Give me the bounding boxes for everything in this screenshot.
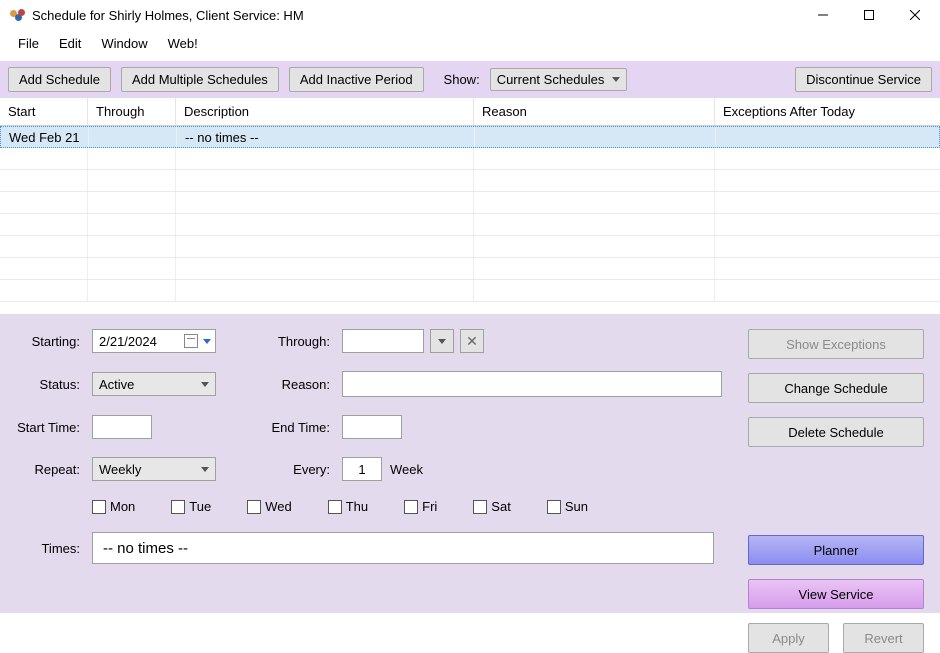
delete-schedule-button[interactable]: Delete Schedule	[748, 417, 924, 447]
col-exceptions[interactable]: Exceptions After Today	[715, 98, 940, 125]
checkbox-icon	[473, 500, 487, 514]
col-start[interactable]: Start	[0, 98, 88, 125]
day-thu[interactable]: Thu	[328, 499, 368, 514]
day-tue[interactable]: Tue	[171, 499, 211, 514]
checkbox-icon	[547, 500, 561, 514]
add-inactive-period-button[interactable]: Add Inactive Period	[289, 67, 424, 92]
checkbox-icon	[328, 500, 342, 514]
days-row: Mon Tue Wed Thu Fri Sat Sun	[92, 499, 722, 514]
side-buttons: Show Exceptions Change Schedule Delete S…	[748, 329, 924, 653]
menu-file[interactable]: File	[10, 34, 47, 53]
status-select[interactable]: Active	[92, 372, 216, 396]
starting-label: Starting:	[14, 334, 92, 349]
menu-window[interactable]: Window	[93, 34, 155, 53]
end-time-label: End Time:	[232, 420, 342, 435]
show-value: Current Schedules	[497, 72, 605, 87]
cell-through	[89, 127, 177, 147]
add-multiple-schedules-button[interactable]: Add Multiple Schedules	[121, 67, 279, 92]
col-through[interactable]: Through	[88, 98, 176, 125]
chevron-down-icon	[438, 339, 446, 344]
starting-value: 2/21/2024	[99, 334, 157, 349]
through-date-input[interactable]	[342, 329, 424, 353]
chevron-down-icon	[612, 77, 620, 82]
toolbar: Add Schedule Add Multiple Schedules Add …	[0, 61, 940, 98]
grid-body: Wed Feb 21 -- no times --	[0, 126, 940, 314]
table-row[interactable]	[0, 258, 940, 280]
day-wed[interactable]: Wed	[247, 499, 292, 514]
table-row[interactable]: Wed Feb 21 -- no times --	[0, 126, 940, 148]
checkbox-icon	[92, 500, 106, 514]
chevron-down-icon	[201, 382, 209, 387]
discontinue-service-button[interactable]: Discontinue Service	[795, 67, 932, 92]
chevron-down-icon	[201, 467, 209, 472]
week-label: Week	[390, 462, 423, 477]
start-time-input[interactable]	[92, 415, 152, 439]
day-fri[interactable]: Fri	[404, 499, 437, 514]
every-label: Every:	[232, 462, 342, 477]
through-dropdown-button[interactable]	[430, 329, 454, 353]
checkbox-icon	[404, 500, 418, 514]
end-time-input[interactable]	[342, 415, 402, 439]
window-title: Schedule for Shirly Holmes, Client Servi…	[32, 8, 304, 23]
checkbox-icon	[171, 500, 185, 514]
through-label: Through:	[232, 334, 342, 349]
schedule-grid: Start Through Description Reason Excepti…	[0, 98, 940, 315]
maximize-button[interactable]	[846, 0, 892, 30]
cell-description: -- no times --	[177, 127, 475, 147]
form-panel: Starting: 2/21/2024 Through: ✕ Status: A…	[0, 315, 940, 613]
menu-web[interactable]: Web!	[160, 34, 206, 53]
table-row[interactable]	[0, 214, 940, 236]
close-button[interactable]	[892, 0, 938, 30]
show-select[interactable]: Current Schedules	[490, 68, 628, 91]
calendar-icon	[184, 334, 198, 348]
show-label: Show:	[444, 72, 480, 87]
planner-button[interactable]: Planner	[748, 535, 924, 565]
revert-button[interactable]: Revert	[843, 623, 924, 653]
repeat-select[interactable]: Weekly	[92, 457, 216, 481]
apply-button[interactable]: Apply	[748, 623, 829, 653]
table-row[interactable]	[0, 236, 940, 258]
title-bar: Schedule for Shirly Holmes, Client Servi…	[0, 0, 940, 30]
through-clear-button[interactable]: ✕	[460, 329, 484, 353]
repeat-label: Repeat:	[14, 462, 92, 477]
show-exceptions-button[interactable]: Show Exceptions	[748, 329, 924, 359]
day-sat[interactable]: Sat	[473, 499, 511, 514]
day-sun[interactable]: Sun	[547, 499, 588, 514]
status-label: Status:	[14, 377, 92, 392]
table-row[interactable]	[0, 192, 940, 214]
menu-edit[interactable]: Edit	[51, 34, 89, 53]
reason-label: Reason:	[232, 377, 342, 392]
app-icon	[10, 7, 26, 23]
chevron-down-icon	[203, 339, 211, 344]
table-row[interactable]	[0, 280, 940, 302]
status-value: Active	[99, 377, 134, 392]
col-reason[interactable]: Reason	[474, 98, 715, 125]
table-row[interactable]	[0, 170, 940, 192]
menu-bar: File Edit Window Web!	[0, 30, 940, 61]
cell-start: Wed Feb 21	[1, 127, 89, 147]
day-mon[interactable]: Mon	[92, 499, 135, 514]
every-input[interactable]: 1	[342, 457, 382, 481]
cell-exceptions	[716, 127, 939, 147]
times-label: Times:	[14, 541, 92, 556]
view-service-button[interactable]: View Service	[748, 579, 924, 609]
start-time-label: Start Time:	[14, 420, 92, 435]
times-input[interactable]: -- no times --	[92, 532, 714, 564]
repeat-value: Weekly	[99, 462, 141, 477]
change-schedule-button[interactable]: Change Schedule	[748, 373, 924, 403]
col-description[interactable]: Description	[176, 98, 474, 125]
starting-date-input[interactable]: 2/21/2024	[92, 329, 216, 353]
cell-reason	[475, 127, 716, 147]
add-schedule-button[interactable]: Add Schedule	[8, 67, 111, 92]
minimize-button[interactable]	[800, 0, 846, 30]
grid-header: Start Through Description Reason Excepti…	[0, 98, 940, 126]
close-icon: ✕	[466, 333, 478, 350]
checkbox-icon	[247, 500, 261, 514]
table-row[interactable]	[0, 148, 940, 170]
reason-input[interactable]	[342, 371, 722, 397]
